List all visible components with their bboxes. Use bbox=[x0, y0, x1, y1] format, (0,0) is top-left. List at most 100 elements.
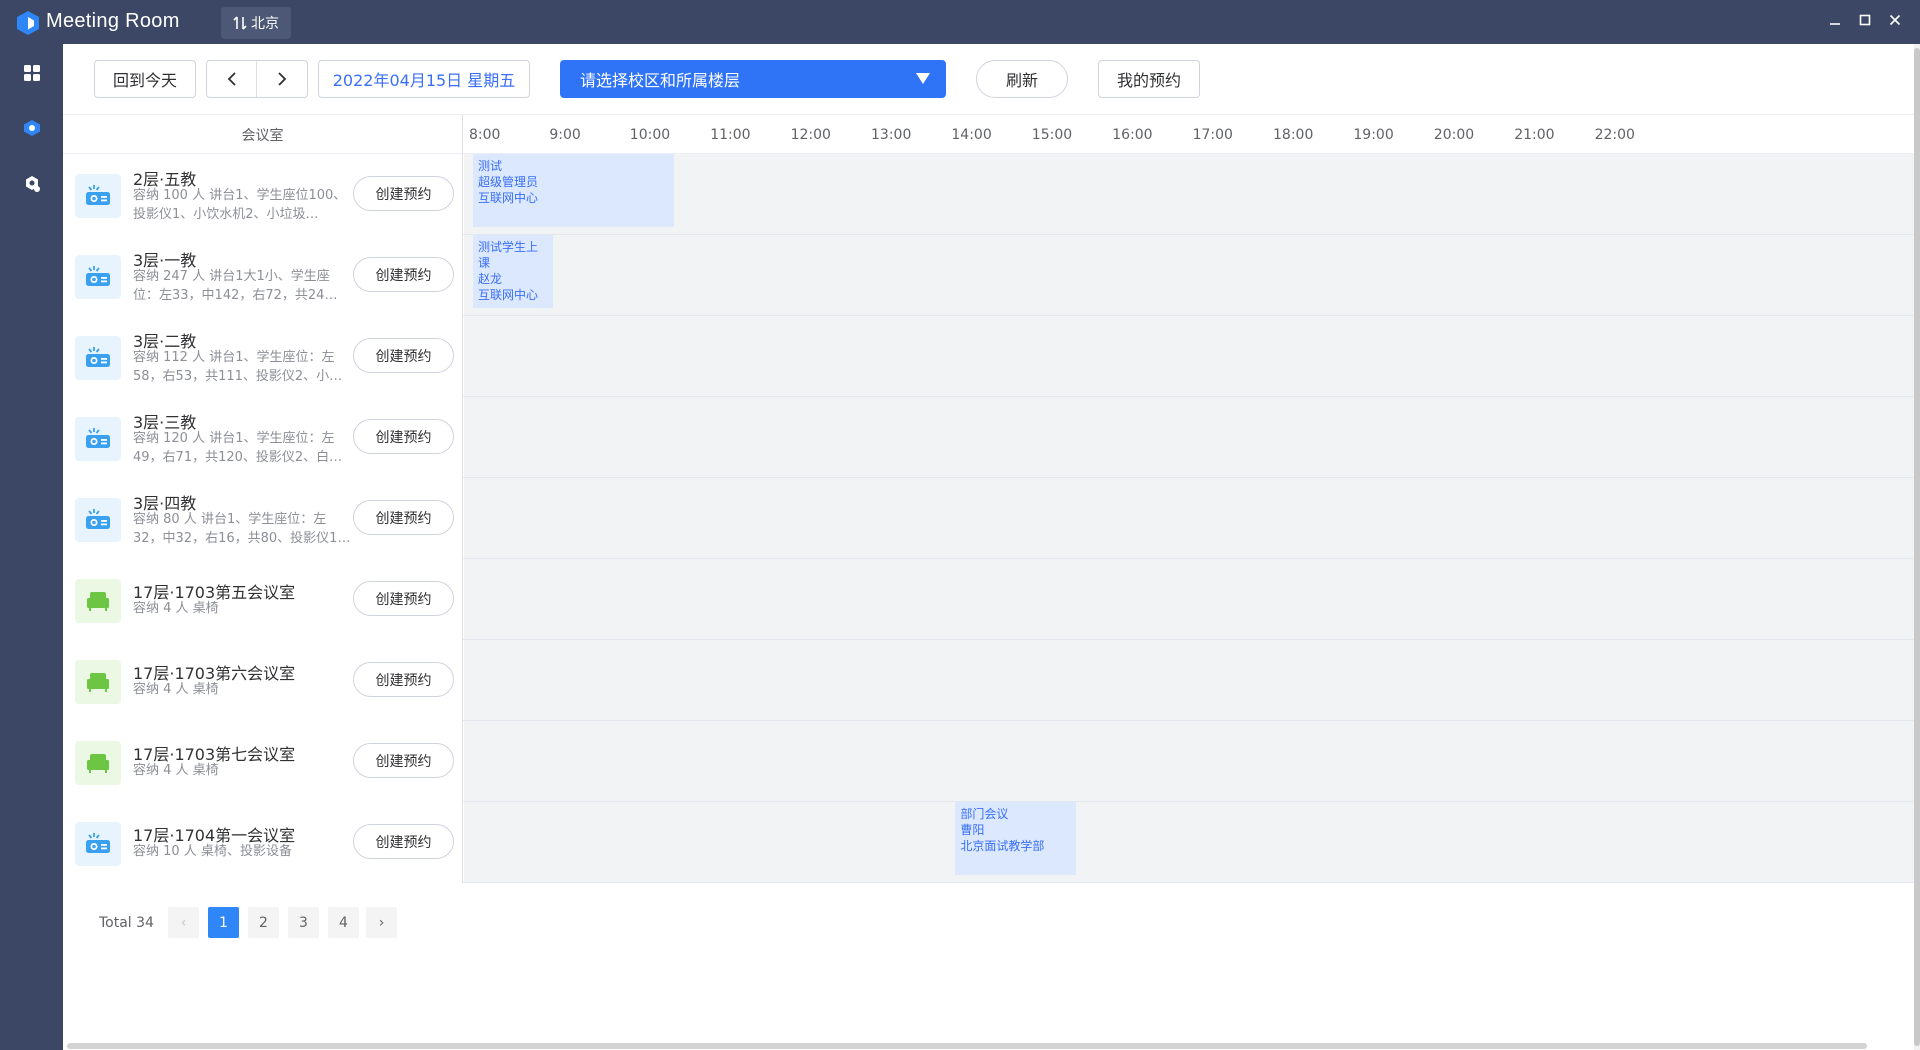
room-description: 容纳 80 人 讲台1、学生座位：左32，中32，右16，共80、投影仪1… bbox=[133, 512, 351, 546]
create-booking-button[interactable]: 创建预约 bbox=[353, 824, 454, 859]
rail-item-meeting-room[interactable] bbox=[20, 116, 44, 140]
room-description: 容纳 4 人 桌椅 bbox=[133, 601, 219, 616]
create-booking-button[interactable]: 创建预约 bbox=[353, 419, 454, 454]
projector-icon bbox=[86, 833, 110, 853]
room-timeline[interactable]: 测试学生上课 赵龙 互联网中心 bbox=[464, 235, 1920, 315]
create-booking-button[interactable]: 创建预约 bbox=[353, 176, 454, 211]
booking-block[interactable]: 测试 超级管理员 互联网中心 bbox=[473, 154, 674, 227]
create-booking-button[interactable]: 创建预约 bbox=[353, 581, 454, 616]
room-info-cell: 17层·1703第六会议室 容纳 4 人 桌椅 创建预约 bbox=[63, 640, 463, 721]
date-picker[interactable]: 2022年04月15日 星期五 bbox=[318, 60, 530, 98]
hour-label: 17:00 bbox=[1192, 127, 1233, 143]
my-bookings-button[interactable]: 我的预约 bbox=[1098, 60, 1200, 98]
hour-label: 14:00 bbox=[951, 127, 992, 143]
page-button-1[interactable]: 1 bbox=[208, 907, 239, 938]
create-booking-button[interactable]: 创建预约 bbox=[353, 257, 454, 292]
vertical-scrollbar[interactable] bbox=[1914, 44, 1920, 1050]
room-info-cell: 3层·三教 容纳 120 人 讲台1、学生座位：左49，右71，共120、投影仪2… bbox=[63, 397, 463, 478]
campus-select-label: 请选择校区和所属楼层 bbox=[580, 71, 741, 90]
hour-label: 10:00 bbox=[629, 127, 671, 143]
hour-label: 21:00 bbox=[1514, 127, 1555, 143]
room-timeline[interactable] bbox=[464, 721, 1920, 801]
chevron-right-icon bbox=[278, 72, 287, 86]
room-row: 3层·一教 容纳 247 人 讲台1大1小、学生座位：左33，中142，右72，共… bbox=[63, 235, 1920, 316]
close-button[interactable] bbox=[1880, 8, 1910, 32]
armchair-icon bbox=[87, 754, 109, 773]
page-button-2[interactable]: 2 bbox=[248, 907, 279, 938]
room-info-cell: 17层·1703第七会议室 容纳 4 人 桌椅 创建预约 bbox=[63, 721, 463, 802]
maximize-button[interactable] bbox=[1850, 8, 1880, 32]
projector-icon bbox=[86, 509, 110, 529]
room-timeline[interactable] bbox=[464, 316, 1920, 396]
booking-block[interactable]: 测试学生上课 赵龙 互联网中心 bbox=[473, 235, 554, 308]
projector-icon bbox=[86, 266, 110, 286]
create-booking-button[interactable]: 创建预约 bbox=[353, 500, 454, 535]
page-next-button[interactable]: › bbox=[366, 907, 397, 938]
today-button[interactable]: 回到今天 bbox=[94, 60, 196, 98]
apps-grid-icon bbox=[24, 65, 40, 81]
booking-line: 超级管理员 bbox=[478, 175, 539, 189]
room-description: 容纳 247 人 讲台1大1小、学生座位：左33，中142，右72，共24… bbox=[133, 269, 338, 303]
room-row: 17层·1703第七会议室 容纳 4 人 桌椅 创建预约 bbox=[63, 721, 1920, 802]
room-info-cell: 3层·四教 容纳 80 人 讲台1、学生座位：左32，中32，右16，共80、投影… bbox=[63, 478, 463, 559]
room-icon-badge bbox=[75, 660, 121, 704]
side-rail bbox=[0, 44, 63, 1050]
hour-label: 19:00 bbox=[1353, 127, 1394, 143]
room-timeline[interactable]: 部门会议 曹阳 北京面试教学部 bbox=[464, 802, 1920, 882]
room-icon-badge bbox=[75, 822, 121, 866]
scrollbar-thumb[interactable] bbox=[67, 1043, 1867, 1049]
projector-icon bbox=[86, 185, 110, 205]
create-booking-button[interactable]: 创建预约 bbox=[353, 338, 454, 373]
hour-label: 16:00 bbox=[1112, 127, 1153, 143]
hour-label: 9:00 bbox=[549, 127, 581, 143]
refresh-button[interactable]: 刷新 bbox=[976, 60, 1068, 98]
city-switch[interactable]: 北京 bbox=[221, 7, 291, 39]
hour-label: 22:00 bbox=[1594, 127, 1635, 143]
room-info-cell: 3层·一教 容纳 247 人 讲台1大1小、学生座位：左33，中142，右72，共… bbox=[63, 235, 463, 316]
room-timeline[interactable] bbox=[464, 559, 1920, 639]
room-column-header: 会议室 bbox=[63, 115, 463, 155]
hour-label: 18:00 bbox=[1273, 127, 1314, 143]
armchair-icon bbox=[87, 673, 109, 692]
rail-item-settings[interactable] bbox=[20, 172, 44, 196]
title-bar: Meeting Room 北京 bbox=[0, 0, 1920, 44]
maximize-icon bbox=[1859, 14, 1871, 26]
room-icon-badge bbox=[75, 741, 121, 785]
main-panel: 回到今天 2022年04月15日 星期五 请选择校区和所属楼层 刷新 我的预约 … bbox=[63, 44, 1920, 1050]
page-button-3[interactable]: 3 bbox=[288, 907, 319, 938]
rail-item-apps[interactable] bbox=[20, 61, 44, 85]
room-timeline[interactable]: 测试 超级管理员 互联网中心 bbox=[464, 154, 1920, 234]
pagination: Total 34 ‹ 1234 › bbox=[63, 905, 663, 945]
campus-floor-select[interactable]: 请选择校区和所属楼层 bbox=[560, 60, 946, 98]
room-timeline[interactable] bbox=[464, 478, 1920, 558]
booking-line: 赵龙 bbox=[478, 272, 503, 286]
projector-icon bbox=[86, 428, 110, 448]
app-logo-icon bbox=[17, 11, 39, 35]
booking-line: 测试 bbox=[478, 159, 503, 173]
scrollbar-thumb[interactable] bbox=[1914, 48, 1920, 1046]
create-booking-button[interactable]: 创建预约 bbox=[353, 662, 454, 697]
booking-line: 互联网中心 bbox=[478, 288, 539, 302]
room-row: 3层·二教 容纳 112 人 讲台1、学生座位：左58，右53，共111、投影仪2… bbox=[63, 316, 1920, 397]
next-day-button[interactable] bbox=[257, 61, 307, 97]
page-prev-button[interactable]: ‹ bbox=[168, 907, 199, 938]
create-booking-button[interactable]: 创建预约 bbox=[353, 743, 454, 778]
projector-icon bbox=[86, 347, 110, 367]
minimize-button[interactable] bbox=[1820, 8, 1850, 32]
page-button-4[interactable]: 4 bbox=[328, 907, 359, 938]
room-timeline[interactable] bbox=[464, 640, 1920, 720]
app-title: Meeting Room bbox=[46, 10, 180, 32]
room-row: 17层·1703第五会议室 容纳 4 人 桌椅 创建预约 bbox=[63, 559, 1920, 640]
hour-label: 8:00 bbox=[469, 127, 501, 143]
booking-block[interactable]: 部门会议 曹阳 北京面试教学部 bbox=[955, 802, 1076, 875]
room-icon-badge bbox=[75, 255, 121, 299]
prev-day-button[interactable] bbox=[207, 61, 257, 97]
hour-label: 20:00 bbox=[1433, 127, 1475, 143]
room-description: 容纳 10 人 桌椅、投影设备 bbox=[133, 844, 292, 859]
date-nav bbox=[206, 60, 308, 98]
horizontal-scrollbar[interactable] bbox=[63, 1042, 1914, 1050]
room-timeline[interactable] bbox=[464, 397, 1920, 477]
room-row: 17层·1703第六会议室 容纳 4 人 桌椅 创建预约 bbox=[63, 640, 1920, 721]
room-icon-badge bbox=[75, 336, 121, 380]
hour-label: 12:00 bbox=[790, 127, 831, 143]
